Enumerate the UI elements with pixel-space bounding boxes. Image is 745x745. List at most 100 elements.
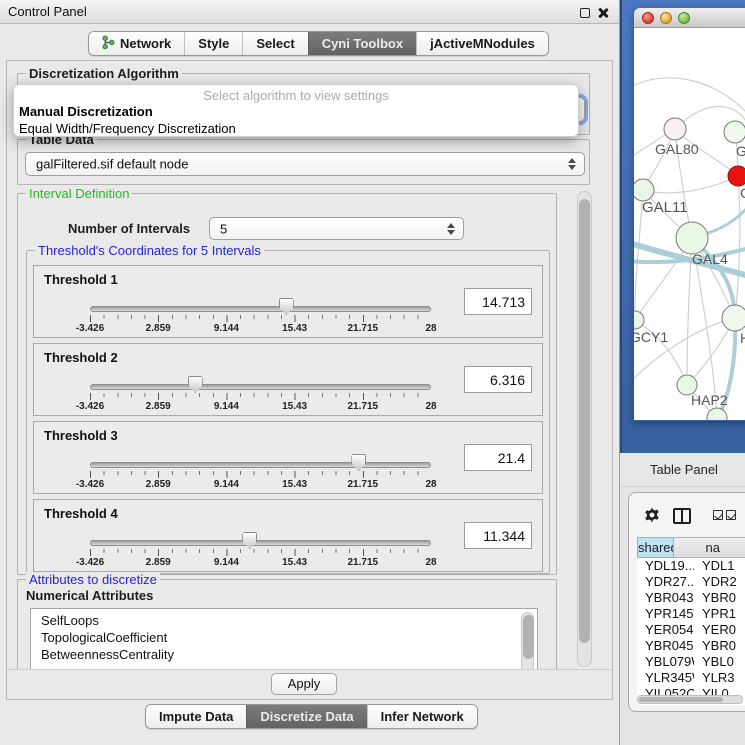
- threshold-1-slider[interactable]: -3.426 2.859 9.144 15.43 21.715 28: [90, 296, 431, 336]
- attributes-group-label: Attributes to discretize: [26, 572, 160, 587]
- float-window-icon[interactable]: [580, 8, 590, 18]
- tab-infer-network[interactable]: Infer Network: [367, 705, 477, 728]
- node-gcy1[interactable]: [634, 311, 644, 329]
- tab-jactivemnodules-label: jActiveMNodules: [430, 36, 535, 51]
- node-gal80[interactable]: [664, 118, 686, 140]
- checkbox-icon[interactable]: [726, 510, 736, 520]
- slider-thumb[interactable]: [242, 532, 257, 549]
- cell[interactable]: YBL079W: [637, 654, 694, 670]
- zoom-traffic-light[interactable]: [678, 12, 690, 24]
- threshold-4-slider[interactable]: -3.426 2.859 9.144 15.43 21.715 28: [90, 530, 431, 570]
- checkbox-icon[interactable]: [713, 510, 723, 520]
- slider-track[interactable]: [90, 384, 431, 390]
- cell[interactable]: YPR1: [694, 606, 745, 622]
- node-gal4[interactable]: [676, 222, 708, 254]
- tab-discretize-data[interactable]: Discretize Data: [246, 705, 366, 728]
- table-row[interactable]: YPR145WYPR1: [637, 606, 745, 622]
- settings-scrollbar[interactable]: [577, 191, 592, 667]
- scale-tick-label: -3.426: [76, 479, 104, 490]
- apply-button[interactable]: Apply: [271, 673, 337, 695]
- slider-ticks-major: [90, 549, 431, 556]
- apply-separator: [7, 669, 612, 670]
- table-horizontal-scrollbar[interactable]: [637, 695, 743, 704]
- slider-thumb[interactable]: [279, 298, 294, 315]
- threshold-3-panel: Threshold 3 -3.426 2.859 9.144: [33, 421, 543, 494]
- table-row[interactable]: YLR345WYLR3: [637, 670, 745, 686]
- algorithm-option-manual[interactable]: Manual Discretization: [19, 104, 153, 119]
- algorithm-option-equal-width[interactable]: Equal Width/Frequency Discretization: [19, 121, 236, 136]
- cell[interactable]: YLR3: [694, 670, 745, 686]
- slider-track[interactable]: [90, 540, 431, 546]
- algorithm-dropdown-popup: Select algorithm to view settings Manual…: [13, 84, 579, 137]
- table-row[interactable]: YDL19...YDL1: [637, 558, 745, 574]
- threshold-2-slider[interactable]: -3.426 2.859 9.144 15.43 21.715 28: [90, 374, 431, 414]
- cell[interactable]: YER0: [694, 622, 745, 638]
- table-data-combobox[interactable]: galFiltered.sif default node: [25, 152, 585, 176]
- list-item[interactable]: TopologicalCoefficient: [31, 629, 537, 646]
- cyni-bottom-tabs: Impute Data Discretize Data Infer Networ…: [145, 704, 478, 729]
- node-bottom[interactable]: [707, 408, 727, 420]
- tab-jactivemnodules[interactable]: jActiveMNodules: [416, 32, 548, 55]
- list-item[interactable]: SelfLoops: [31, 612, 537, 629]
- control-panel-window: Control Panel Network Style: [0, 0, 620, 745]
- cell[interactable]: YBR045C: [637, 638, 694, 654]
- tab-cyni-toolbox[interactable]: Cyni Toolbox: [308, 32, 416, 55]
- control-panel-title: Control Panel: [8, 4, 87, 19]
- cell[interactable]: YPR145W: [637, 606, 694, 622]
- threshold-2-value-field[interactable]: [464, 366, 532, 393]
- close-traffic-light[interactable]: [642, 12, 654, 24]
- close-icon[interactable]: [597, 7, 609, 19]
- table-row[interactable]: YDR27...YDR2: [637, 574, 745, 590]
- cell[interactable]: YDL1: [694, 558, 745, 574]
- slider-track[interactable]: [90, 462, 431, 468]
- node-gal11[interactable]: [634, 179, 654, 201]
- cell[interactable]: YBL0: [694, 654, 745, 670]
- node-top-right[interactable]: [724, 121, 745, 143]
- network-graph: GAL80 G. C GAL11 GAL4 GCY1 H HAP2: [634, 28, 745, 420]
- network-canvas[interactable]: GAL80 G. C GAL11 GAL4 GCY1 H HAP2: [634, 28, 745, 420]
- list-scrollbar[interactable]: [521, 612, 534, 669]
- table-row[interactable]: YBL079WYBL0: [637, 654, 745, 670]
- threshold-4-panel: Threshold 4 -3.426 2.859 9.144: [33, 499, 543, 572]
- cell[interactable]: YBR0: [694, 590, 745, 606]
- minimize-traffic-light[interactable]: [660, 12, 672, 24]
- table-row[interactable]: YER054CYER0: [637, 622, 745, 638]
- node-selected-red[interactable]: [728, 166, 745, 186]
- table-row[interactable]: YBR043CYBR0: [637, 590, 745, 606]
- column-visibility-icon[interactable]: [673, 508, 691, 524]
- slider-thumb[interactable]: [188, 376, 203, 393]
- tab-select[interactable]: Select: [242, 32, 307, 55]
- gear-icon[interactable]: [643, 506, 661, 529]
- list-item[interactable]: BetweennessCentrality: [31, 646, 537, 663]
- node-h[interactable]: [722, 305, 745, 331]
- number-of-intervals-combobox[interactable]: 5: [209, 217, 464, 240]
- column-header-name[interactable]: na: [674, 537, 745, 558]
- slider-track[interactable]: [90, 306, 431, 312]
- cell[interactable]: YDL19...: [637, 558, 694, 574]
- scale-tick-label: 28: [425, 401, 436, 412]
- threshold-4-label: Threshold 4: [44, 506, 118, 521]
- threshold-3-slider[interactable]: -3.426 2.859 9.144 15.43 21.715 28: [90, 452, 431, 492]
- slider-thumb[interactable]: [351, 454, 366, 471]
- table-horizontal-scrollbar-thumb[interactable]: [639, 697, 723, 702]
- cell[interactable]: YBR043C: [637, 590, 694, 606]
- tab-impute-data-label: Impute Data: [159, 709, 233, 724]
- cell[interactable]: YDR2: [694, 574, 745, 590]
- cell[interactable]: YLR345W: [637, 670, 694, 686]
- cell[interactable]: YDR27...: [637, 574, 694, 590]
- column-header-shared[interactable]: shared...: [637, 537, 674, 558]
- table-row[interactable]: YBR045CYBR0: [637, 638, 745, 654]
- cell[interactable]: YER054C: [637, 622, 694, 638]
- threshold-3-value-field[interactable]: [464, 444, 532, 471]
- list-scrollbar-thumb[interactable]: [523, 615, 534, 659]
- algorithm-prompt: Select algorithm to view settings: [14, 88, 578, 103]
- tab-network[interactable]: Network: [89, 32, 184, 55]
- tab-style[interactable]: Style: [184, 32, 242, 55]
- threshold-4-value-field[interactable]: [464, 522, 532, 549]
- threshold-1-value-field[interactable]: [464, 288, 532, 315]
- discretization-algorithm-label: Discretization Algorithm: [26, 66, 182, 81]
- cell[interactable]: YBR0: [694, 638, 745, 654]
- tab-impute-data[interactable]: Impute Data: [146, 705, 246, 728]
- settings-scrollbar-thumb[interactable]: [579, 199, 590, 643]
- scale-tick-label: 21.715: [348, 557, 379, 568]
